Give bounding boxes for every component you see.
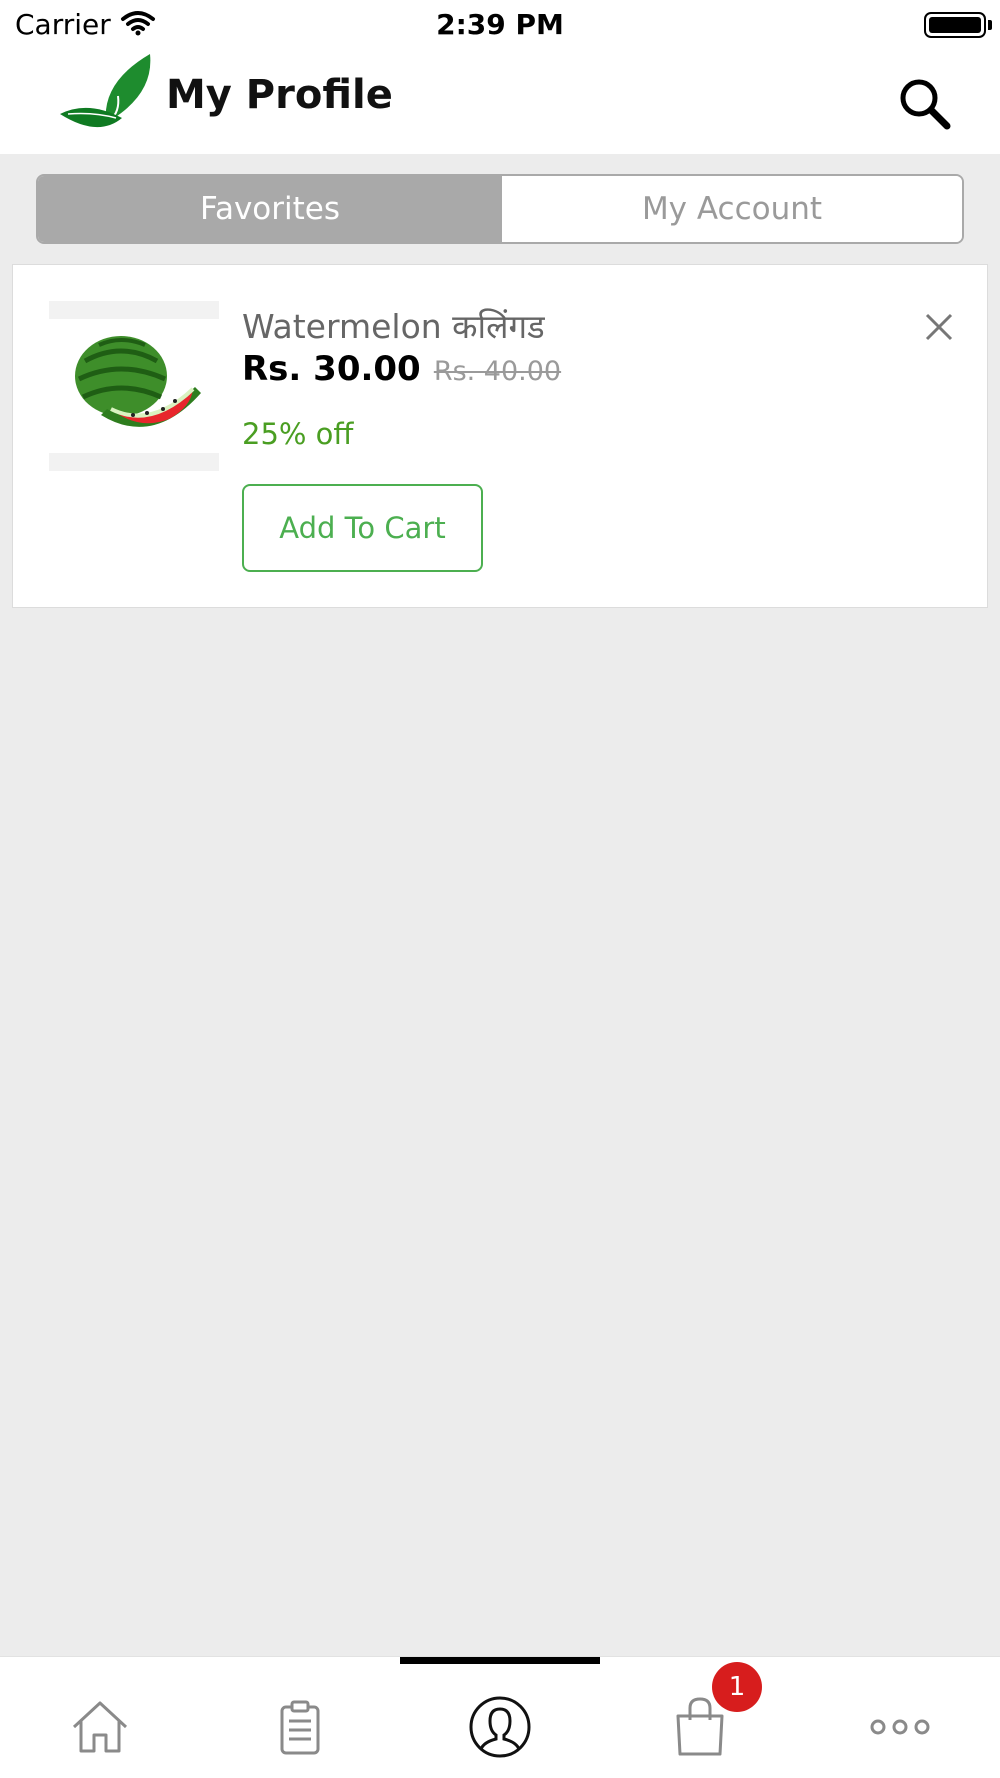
close-icon[interactable] xyxy=(921,309,957,345)
active-tab-indicator xyxy=(400,1657,600,1664)
cart-icon xyxy=(676,1697,724,1756)
product-name[interactable]: Watermelon कलिंगड xyxy=(242,303,545,348)
search-icon[interactable] xyxy=(895,74,955,134)
clock: 2:39 PM xyxy=(436,8,564,41)
current-price: Rs. 30.00 xyxy=(242,349,421,389)
tab-home[interactable] xyxy=(60,1687,140,1767)
profile-icon xyxy=(469,1696,531,1758)
profile-segmented-control: Favorites My Account xyxy=(36,174,964,244)
image-placeholder-bar xyxy=(49,453,219,471)
green-leaves-logo xyxy=(60,54,151,128)
status-bar: Carrier 2:39 PM xyxy=(0,0,1000,50)
tab-favorites[interactable]: Favorites xyxy=(38,176,502,242)
battery-tip xyxy=(988,20,992,30)
battery-icon xyxy=(924,12,986,38)
orders-icon xyxy=(280,1700,320,1755)
favorite-item-card: Watermelon कलिंगड Rs. 30.00 Rs. 40.00 25… xyxy=(12,264,988,608)
add-to-cart-button[interactable]: Add To Cart xyxy=(242,484,483,572)
cart-count-badge: 1 xyxy=(712,1662,762,1712)
tab-my-account[interactable]: My Account xyxy=(502,176,962,242)
bottom-tab-bar xyxy=(0,1656,1000,1778)
more-icon xyxy=(870,1719,930,1735)
tab-more[interactable] xyxy=(860,1687,940,1767)
product-image[interactable] xyxy=(49,301,219,471)
app-header: My Profile xyxy=(0,50,1000,154)
home-icon xyxy=(72,1701,128,1753)
tab-orders[interactable] xyxy=(260,1687,340,1767)
price-row: Rs. 30.00 Rs. 40.00 xyxy=(242,349,561,389)
tab-profile[interactable] xyxy=(460,1687,540,1767)
original-price: Rs. 40.00 xyxy=(433,356,562,387)
watermelon-image xyxy=(75,336,201,427)
page-title: My Profile xyxy=(166,72,393,118)
discount-label: 25% off xyxy=(242,417,354,451)
